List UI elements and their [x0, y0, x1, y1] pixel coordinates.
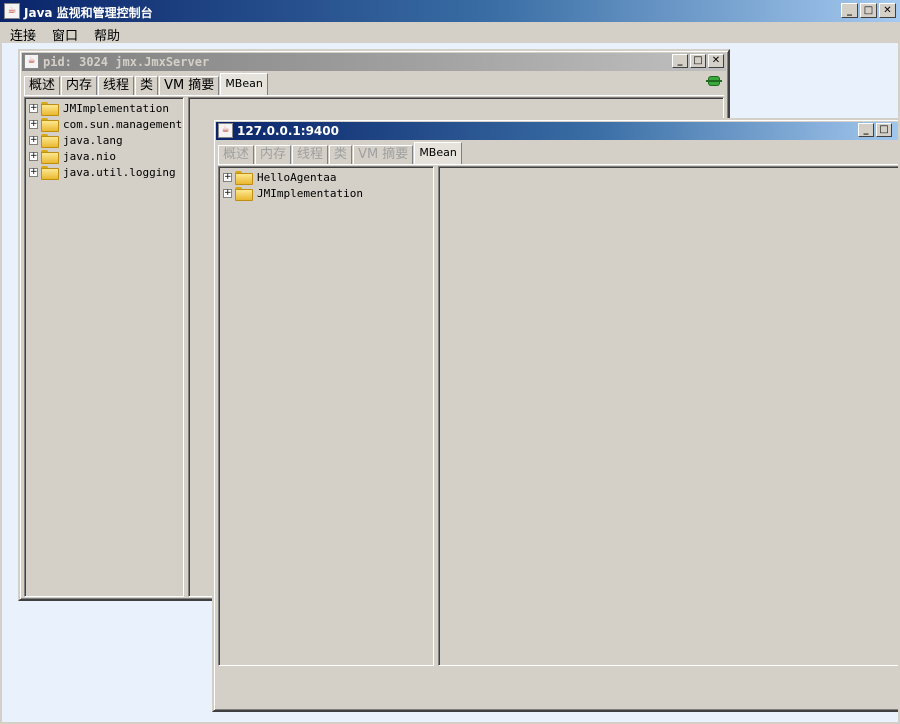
- main-window: ☕ Java 监视和管理控制台 _ □ ✕ 连接 窗口 帮助 ☕ pid: 3024…: [0, 0, 900, 724]
- tab-classes[interactable]: 类: [329, 145, 353, 164]
- folder-icon: [41, 150, 59, 164]
- main-title-bar[interactable]: ☕ Java 监视和管理控制台 _ □ ✕: [0, 0, 900, 22]
- expand-plus-icon[interactable]: +: [29, 167, 38, 177]
- tree-node-label: JMImplementation: [63, 101, 169, 115]
- tree-node[interactable]: + JMImplementation: [223, 185, 433, 201]
- tab-overview[interactable]: 概述: [24, 76, 61, 95]
- tab-divider: [218, 164, 898, 165]
- frame-title-bar[interactable]: ☕ 127.0.0.1:9400 _ □: [216, 122, 898, 140]
- folder-icon: [41, 118, 59, 132]
- expand-plus-icon[interactable]: +: [223, 172, 232, 182]
- folder-icon: [41, 134, 59, 148]
- expand-plus-icon[interactable]: +: [223, 188, 232, 198]
- tree-node-label: java.lang: [63, 133, 123, 147]
- tab-classes[interactable]: 类: [135, 76, 159, 95]
- tree-node-label: java.util.logging: [63, 165, 176, 179]
- tab-threads[interactable]: 线程: [98, 76, 135, 95]
- folder-icon: [235, 187, 253, 201]
- minimize-button[interactable]: _: [858, 123, 874, 137]
- tree-node[interactable]: + JMImplementation: [29, 100, 183, 116]
- tab-mbean[interactable]: MBean: [414, 142, 462, 164]
- folder-icon: [41, 102, 59, 116]
- tree-node[interactable]: + java.lang: [29, 132, 183, 148]
- expand-plus-icon[interactable]: +: [29, 103, 38, 113]
- connection-status-icon[interactable]: [706, 75, 722, 87]
- expand-plus-icon[interactable]: +: [29, 135, 38, 145]
- tab-divider: [24, 95, 724, 96]
- folder-icon: [235, 171, 253, 185]
- java-cup-icon: ☕: [4, 3, 20, 19]
- folder-icon: [41, 166, 59, 180]
- tab-overview[interactable]: 概述: [218, 145, 255, 164]
- maximize-button[interactable]: □: [690, 54, 706, 68]
- tree-node-label: java.nio: [63, 149, 116, 163]
- connection-frame-remote: ☕ 127.0.0.1:9400 _ □ 概述 内存 线程 类 VM 摘要 MB…: [212, 118, 898, 712]
- tree-node-label: HelloAgentaa: [257, 170, 337, 184]
- mbean-tree-pane: + JMImplementation + com.sun.management …: [24, 97, 184, 597]
- expand-plus-icon[interactable]: +: [29, 151, 38, 161]
- tree-node[interactable]: + com.sun.management: [29, 116, 183, 132]
- close-button[interactable]: ✕: [879, 3, 896, 18]
- tree-node[interactable]: + java.util.logging: [29, 164, 183, 180]
- tab-mbean[interactable]: MBean: [220, 73, 268, 95]
- menu-help[interactable]: 帮助: [84, 22, 126, 44]
- frame-title: 127.0.0.1:9400: [237, 124, 339, 138]
- menu-connection[interactable]: 连接: [0, 22, 42, 44]
- java-cup-icon: ☕: [218, 123, 233, 138]
- desktop-pane: ☕ pid: 3024 jmx.JmxServer _ □ ✕ 概述 内存 线程…: [2, 43, 898, 722]
- minimize-button[interactable]: _: [841, 3, 858, 18]
- tree-node-label: com.sun.management: [63, 117, 183, 131]
- tab-strip: 概述 内存 线程 类 VM 摘要 MBean: [24, 73, 269, 95]
- main-window-title: Java 监视和管理控制台: [24, 6, 153, 20]
- tree-node[interactable]: + java.nio: [29, 148, 183, 164]
- minimize-button[interactable]: _: [672, 54, 688, 68]
- tree-node-label: JMImplementation: [257, 186, 363, 200]
- tree-node[interactable]: + HelloAgentaa: [223, 169, 433, 185]
- tab-memory[interactable]: 内存: [61, 76, 98, 95]
- close-button[interactable]: ✕: [708, 54, 724, 68]
- mbean-tree: + JMImplementation + com.sun.management …: [25, 98, 183, 180]
- maximize-button[interactable]: □: [876, 123, 892, 137]
- tab-vm-summary[interactable]: VM 摘要: [159, 76, 220, 95]
- mbean-tree: + HelloAgentaa + JMImplementation: [219, 167, 433, 201]
- mbean-tree-pane: + HelloAgentaa + JMImplementation: [218, 166, 434, 666]
- frame-title-bar[interactable]: ☕ pid: 3024 jmx.JmxServer _ □ ✕: [22, 53, 726, 71]
- frame-title: pid: 3024 jmx.JmxServer: [43, 55, 210, 69]
- java-cup-icon: ☕: [24, 54, 39, 69]
- maximize-button[interactable]: □: [860, 3, 877, 18]
- tab-memory[interactable]: 内存: [255, 145, 292, 164]
- tab-strip: 概述 内存 线程 类 VM 摘要 MBean: [218, 142, 463, 164]
- tab-threads[interactable]: 线程: [292, 145, 329, 164]
- mbean-detail-pane: [438, 166, 898, 666]
- tab-vm-summary[interactable]: VM 摘要: [353, 145, 414, 164]
- menu-window[interactable]: 窗口: [42, 22, 84, 44]
- expand-plus-icon[interactable]: +: [29, 119, 38, 129]
- menu-bar: 连接 窗口 帮助: [0, 22, 900, 44]
